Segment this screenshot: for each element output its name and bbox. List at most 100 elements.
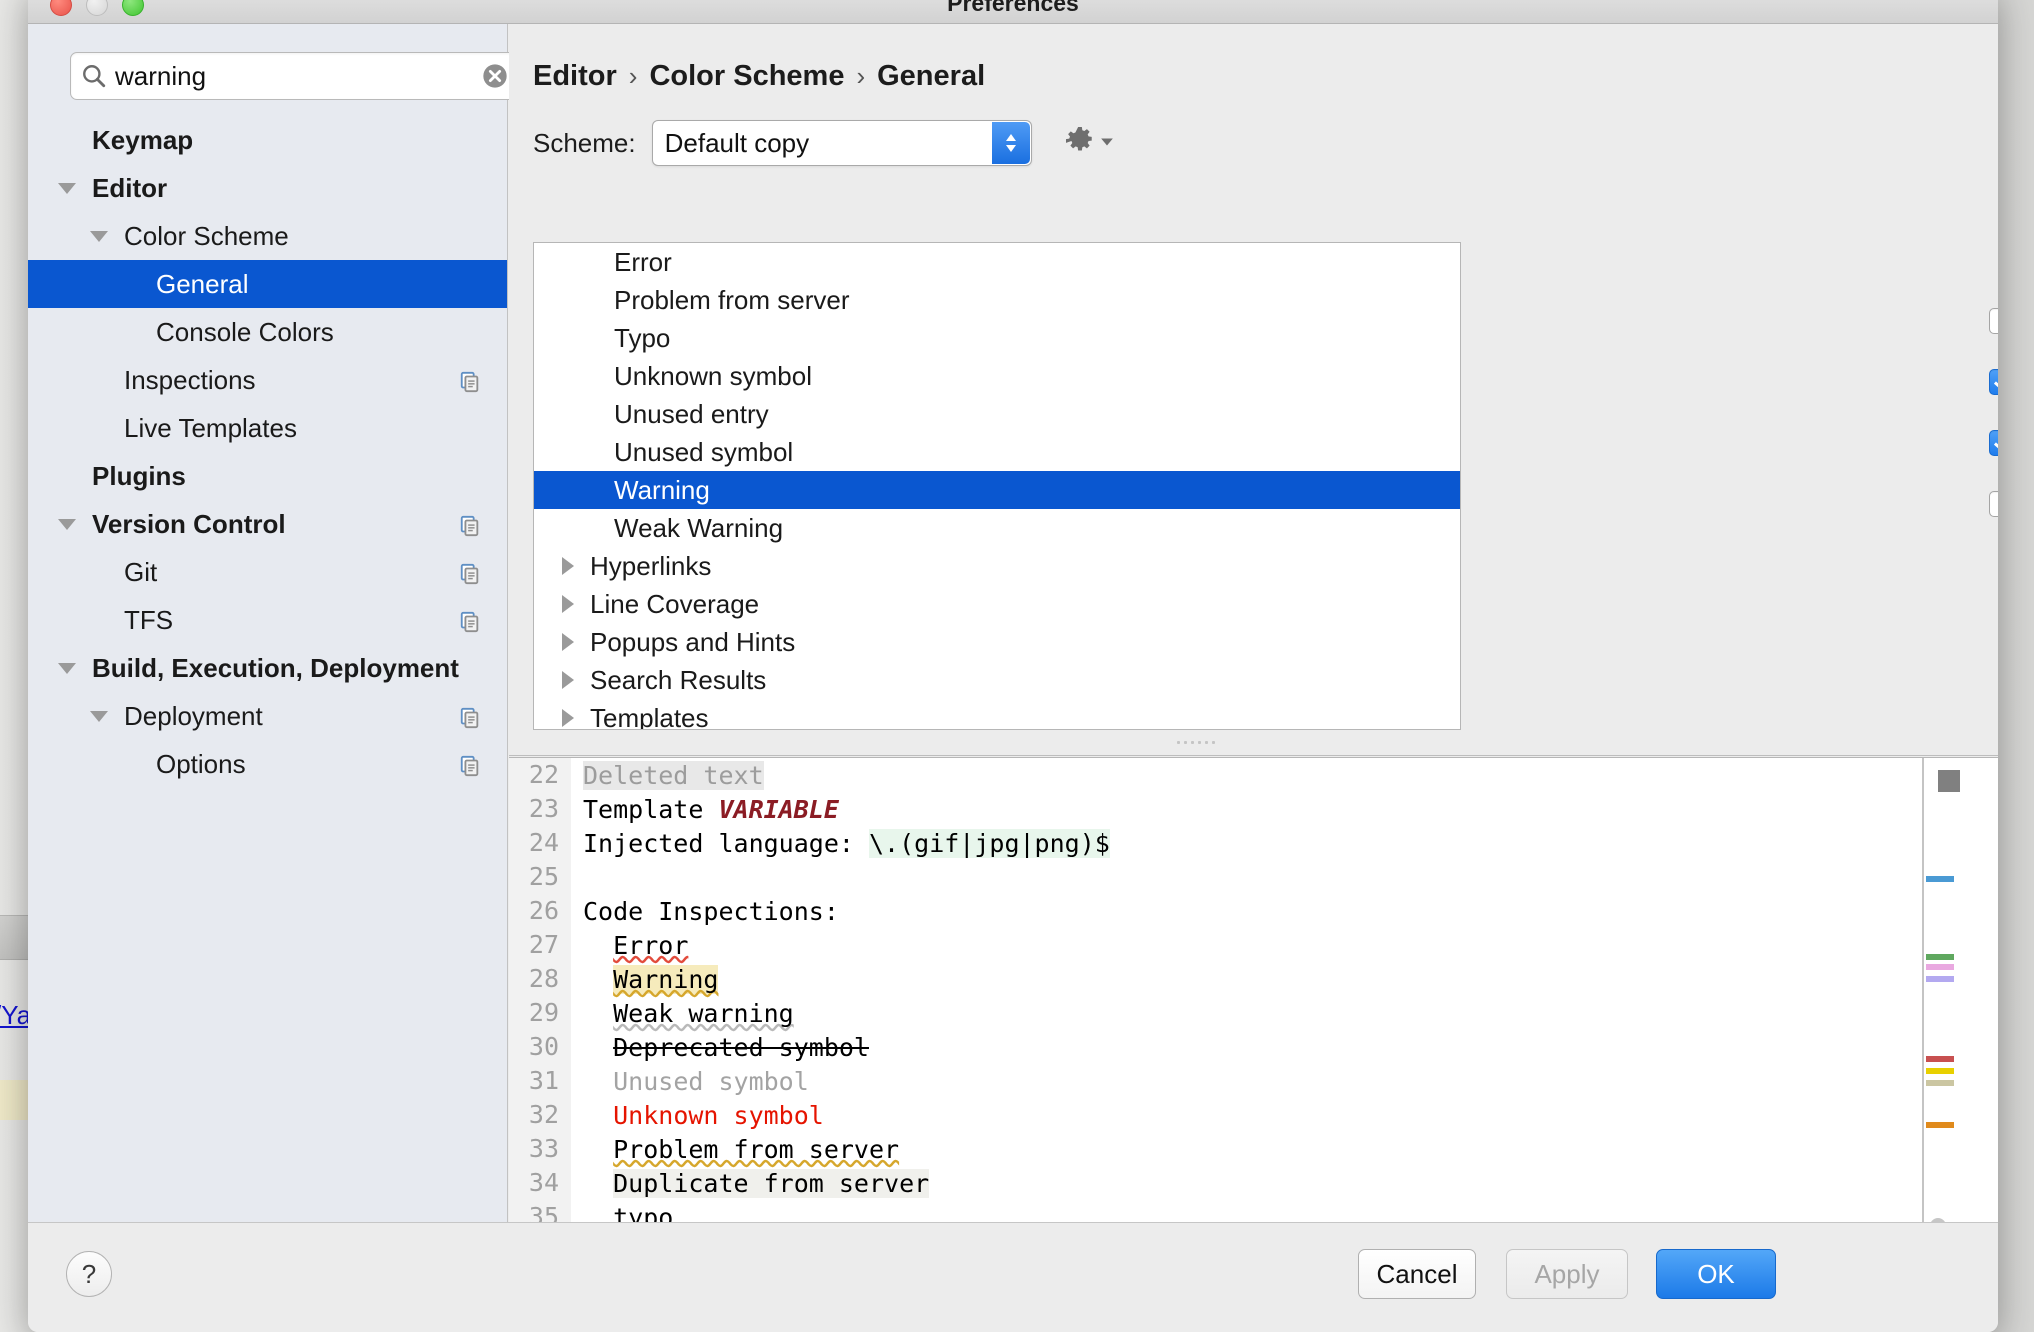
sidebar-item-plugins[interactable]: Plugins [28,452,507,500]
list-twisty-icon[interactable] [562,633,574,651]
search-box[interactable] [70,52,520,100]
foreground-checkbox[interactable] [1989,307,1998,334]
sidebar-item-color-scheme[interactable]: Color Scheme [28,212,507,260]
copy-settings-icon[interactable] [459,561,481,585]
error-stripe-track [1923,758,1977,1222]
copy-settings-icon[interactable] [459,609,481,633]
color-list-row[interactable]: Search Results [534,661,1460,699]
list-twisty-icon[interactable] [562,671,574,689]
preview-line: 31 Unused symbol [509,1064,1998,1098]
color-list-row[interactable]: Hyperlinks [534,547,1460,585]
preview-line-text: Deprecated symbol [571,1033,869,1062]
error-stripe-mark[interactable] [1926,1068,1954,1074]
error-stripe-panel[interactable] [1922,758,1976,1222]
list-twisty-icon[interactable] [562,595,574,613]
line-number: 23 [509,792,571,826]
color-list-row[interactable]: Warning [534,471,1460,509]
sidebar-item-version-control[interactable]: Version Control [28,500,507,548]
sidebar-item-general[interactable]: General [28,260,507,308]
sidebar-item-options[interactable]: Options [28,740,507,788]
panel-splitter[interactable] [509,734,1998,756]
line-number: 31 [509,1064,571,1098]
sidebar-item-label: Editor [92,172,168,203]
preview-line: 25 [509,860,1998,894]
breadcrumb-part[interactable]: Editor [533,60,617,93]
cancel-button[interactable]: Cancel [1358,1249,1476,1299]
clear-search-icon[interactable] [481,62,509,90]
help-button[interactable]: ? [66,1251,112,1297]
error-stripe-mark[interactable] [1926,964,1954,970]
apply-button[interactable]: Apply [1506,1249,1628,1299]
copy-settings-icon[interactable] [459,513,481,537]
list-twisty-icon[interactable] [562,709,574,727]
breadcrumb-separator: › [628,61,638,91]
sidebar-item-editor[interactable]: Editor [28,164,507,212]
preview-pane: 22 Deleted text 23 Template VARIABLE 24 Injec… [509,757,1998,1222]
error-stripe-mark-checkbox[interactable] [1989,429,1998,456]
ok-button[interactable]: OK [1656,1249,1776,1299]
preview-segment [583,1169,613,1198]
scheme-settings-button[interactable] [1064,125,1114,162]
scheme-select[interactable]: Default copy [651,120,1032,166]
sidebar-item-deployment[interactable]: Deployment [28,692,507,740]
line-number: 33 [509,1132,571,1166]
copy-settings-icon[interactable] [459,753,481,777]
preview-line: 22 Deleted text [509,758,1998,792]
sidebar-item-tfs[interactable]: TFS [28,596,507,644]
search-input[interactable] [115,60,481,92]
sidebar-item-live-templates[interactable]: Live Templates [28,404,507,452]
copy-settings-icon[interactable] [459,705,481,729]
sidebar-item-build-execution-deployment[interactable]: Build, Execution, Deployment [28,644,507,692]
color-settings-list[interactable]: Error Problem from server Typo Unknown symb… [533,242,1461,730]
color-list-row[interactable]: Unused symbol [534,433,1460,471]
preferences-dialog: Preferences warning Keymap Editor Color … [28,0,1998,1332]
background-link[interactable]: /Ya [0,1000,31,1031]
scheme-stepper-icon[interactable] [991,122,1030,164]
line-number: 26 [509,894,571,928]
preview-segment: Code Inspections: [583,896,839,926]
error-stripe-mark[interactable] [1926,1056,1954,1062]
effects-checkbox[interactable] [1989,490,1998,517]
error-stripe-mark[interactable] [1926,1080,1954,1086]
error-stripe-mark[interactable] [1926,954,1954,960]
attribute-row: Foreground [1989,295,1998,346]
color-list-label: Unused symbol [614,436,794,467]
tree-twisty-icon[interactable] [58,518,76,530]
background-checkbox[interactable] [1989,368,1998,395]
color-list-label: Popups and Hints [590,626,796,657]
color-list-row[interactable]: Error [534,243,1460,281]
error-stripe-mark[interactable] [1926,876,1954,882]
tree-twisty-icon[interactable] [90,230,108,242]
title-bar: Preferences [28,0,1998,24]
sidebar-item-git[interactable]: Git [28,548,507,596]
preview-code[interactable]: 22 Deleted text 23 Template VARIABLE 24 Injec… [509,758,1998,1222]
breadcrumb-part[interactable]: General [877,60,985,93]
tree-twisty-icon[interactable] [58,182,76,194]
color-list-row[interactable]: Templates [534,699,1460,729]
error-stripe-mark[interactable] [1926,1122,1954,1128]
color-list-row[interactable]: Weak Warning [534,509,1460,547]
color-list-label: Search Results [590,664,767,695]
color-list-row[interactable]: Unused entry [534,395,1460,433]
sidebar-item-console-colors[interactable]: Console Colors [28,308,507,356]
preview-line-text: Deleted text [571,760,764,790]
color-list-row[interactable]: Line Coverage [534,585,1460,623]
tree-twisty-icon[interactable] [90,710,108,722]
tree-twisty-icon[interactable] [58,662,76,674]
breadcrumb-part[interactable]: Color Scheme [649,60,844,93]
line-number: 27 [509,928,571,962]
color-list-row[interactable]: Typo [534,319,1460,357]
error-stripe-mark[interactable] [1926,976,1954,982]
copy-settings-icon[interactable] [459,369,481,393]
list-twisty-icon[interactable] [562,557,574,575]
breadcrumb-separator: › [856,61,866,91]
color-list-row[interactable]: Popups and Hints [534,623,1460,661]
preview-line: 35 typo [509,1200,1998,1222]
line-number: 35 [509,1200,571,1222]
color-list-label: Warning [614,474,710,505]
sidebar-item-keymap[interactable]: Keymap [28,116,507,164]
color-list-row[interactable]: Unknown symbol [534,357,1460,395]
color-list-row[interactable]: Problem from server [534,281,1460,319]
sidebar-item-inspections[interactable]: Inspections [28,356,507,404]
sidebar-item-label: Deployment [124,700,263,731]
